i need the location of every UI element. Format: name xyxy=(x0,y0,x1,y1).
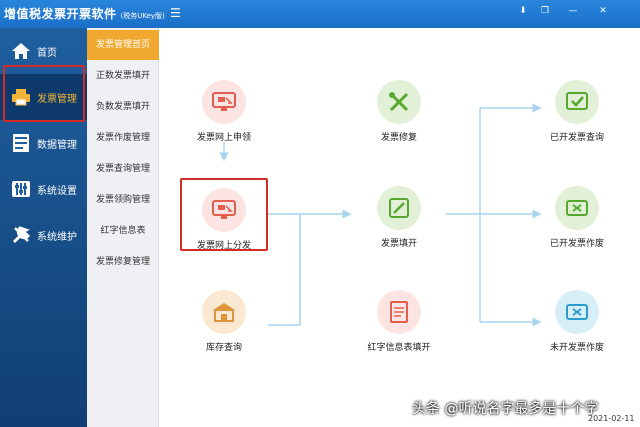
void-ticket-icon xyxy=(555,290,599,334)
void-ticket-icon xyxy=(555,186,599,230)
node-apply[interactable]: 发票网上申领 xyxy=(179,80,269,143)
node-red-info[interactable]: 红字信息表填开 xyxy=(354,290,444,353)
node-label: 发票填开 xyxy=(380,239,417,249)
node-void-issued[interactable]: 已开发票作废 xyxy=(532,186,622,249)
node-label: 已开发票作废 xyxy=(549,239,604,249)
watermark: 头条 @听说名字最多是十个字 xyxy=(412,401,599,417)
node-repair[interactable]: 发票修复 xyxy=(354,80,444,143)
document-icon xyxy=(377,290,421,334)
node-query-issued[interactable]: 已开发票查询 xyxy=(532,80,622,143)
store-icon xyxy=(202,290,246,334)
monitor-icon xyxy=(202,80,246,124)
node-inventory[interactable]: 库存查询 xyxy=(179,290,269,353)
pen-icon xyxy=(377,186,421,230)
status-date: 2021-02-11 xyxy=(588,414,635,423)
checkmark-screen-icon xyxy=(555,80,599,124)
node-label: 库存查询 xyxy=(205,343,242,353)
tools-icon xyxy=(377,80,421,124)
node-label: 未开发票作废 xyxy=(549,343,604,353)
node-label: 红字信息表填开 xyxy=(367,343,431,353)
node-void-unissued[interactable]: 未开发票作废 xyxy=(532,290,622,353)
highlight-box xyxy=(180,178,268,251)
node-label: 发票修复 xyxy=(380,133,417,143)
node-label: 发票网上申领 xyxy=(196,133,251,143)
node-issue[interactable]: 发票填开 xyxy=(354,186,444,249)
node-label: 已开发票查询 xyxy=(549,133,604,143)
